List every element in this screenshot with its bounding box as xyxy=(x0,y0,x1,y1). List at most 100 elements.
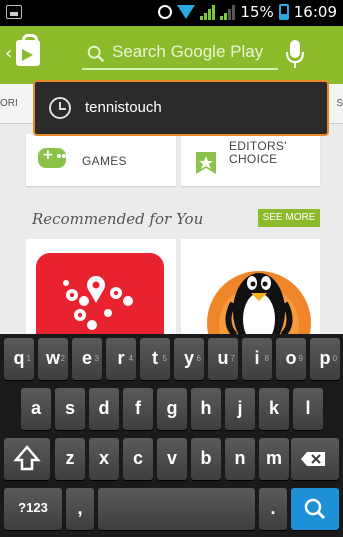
app-icon-red xyxy=(36,253,164,334)
search-key[interactable] xyxy=(291,488,339,530)
status-bar: 15% 16:09 xyxy=(0,0,343,26)
signal-icon xyxy=(200,4,216,20)
key-n[interactable]: n xyxy=(225,438,255,480)
backspace-icon xyxy=(301,452,325,466)
key-z[interactable]: z xyxy=(55,438,85,480)
keyboard-search-icon xyxy=(304,498,326,520)
backspace-key[interactable] xyxy=(291,438,339,480)
search-input[interactable]: Search Google Play xyxy=(112,42,263,62)
key-label: v xyxy=(166,448,177,468)
shift-key[interactable] xyxy=(4,438,50,480)
key-hint: 5 xyxy=(162,354,167,363)
key-a[interactable]: a xyxy=(21,388,51,430)
games-card[interactable]: GAMES xyxy=(26,134,176,186)
gamepad-icon xyxy=(38,147,66,168)
search-suggestion-item[interactable]: tennistouch xyxy=(33,80,329,136)
tab-fragment-left[interactable]: ORI xyxy=(0,98,18,109)
key-f[interactable]: f xyxy=(123,388,153,430)
wifi-icon xyxy=(177,5,196,19)
key-e[interactable]: 3e xyxy=(72,338,102,380)
key-label: n xyxy=(234,448,246,468)
screenshot-icon xyxy=(6,5,22,19)
key-label: l xyxy=(305,398,311,418)
suggestion-text: tennistouch xyxy=(85,99,162,116)
alarm-icon xyxy=(158,5,173,19)
search-box[interactable]: Search Google Play xyxy=(82,40,278,70)
key-w[interactable]: 2w xyxy=(38,338,68,380)
space-key[interactable] xyxy=(98,488,255,530)
key-label: f xyxy=(135,398,141,418)
recommended-title: Recommended for You xyxy=(32,210,204,228)
app-card-1[interactable] xyxy=(26,239,176,334)
key-p[interactable]: 0p xyxy=(310,338,340,380)
key-hint: 4 xyxy=(128,354,133,363)
key-label: k xyxy=(268,398,279,418)
key-label: a xyxy=(30,398,41,418)
key-label: s xyxy=(64,398,75,418)
key-m[interactable]: m xyxy=(259,438,289,480)
see-more-button[interactable]: SEE MORE xyxy=(258,209,320,227)
key-i[interactable]: 8i xyxy=(242,338,272,380)
shift-icon xyxy=(13,445,41,471)
key-hint: 0 xyxy=(332,354,337,363)
key-label: h xyxy=(200,398,212,418)
period-key[interactable]: . xyxy=(259,488,287,530)
editors-label-line2: CHOICE xyxy=(229,152,278,166)
key-j[interactable]: j xyxy=(225,388,255,430)
key-hint: 1 xyxy=(26,354,31,363)
key-q[interactable]: 1q xyxy=(4,338,34,380)
key-r[interactable]: 4r xyxy=(106,338,136,380)
key-o[interactable]: 9o xyxy=(276,338,306,380)
games-label: GAMES xyxy=(82,154,127,168)
key-label: m xyxy=(265,448,282,468)
comma-key-label: , xyxy=(77,498,83,518)
app-bar: ‹ Search Google Play xyxy=(0,26,343,84)
microphone-icon[interactable] xyxy=(283,38,307,70)
key-label: z xyxy=(65,448,75,468)
key-s[interactable]: s xyxy=(55,388,85,430)
back-chevron-icon[interactable]: ‹ xyxy=(5,43,12,64)
key-hint: 7 xyxy=(230,354,235,363)
key-hint: 6 xyxy=(196,354,201,363)
editors-choice-icon xyxy=(196,152,216,174)
key-label: g xyxy=(166,398,178,418)
key-b[interactable]: b xyxy=(191,438,221,480)
key-label: j xyxy=(237,398,243,418)
soft-keyboard: 1q2w3e4r5t6y7u8i9o0p a s d f g h j k l z x c v b nm ?… xyxy=(0,334,343,537)
key-v[interactable]: v xyxy=(157,438,187,480)
key-t[interactable]: 5t xyxy=(140,338,170,380)
app-red-graphic xyxy=(63,276,133,330)
main-content: GAMES EDITORS' CHOICE Recommended for Yo… xyxy=(0,124,343,334)
search-icon xyxy=(87,45,105,63)
key-l[interactable]: l xyxy=(293,388,323,430)
play-store-icon[interactable] xyxy=(16,34,40,66)
key-h[interactable]: h xyxy=(191,388,221,430)
battery-icon xyxy=(278,4,289,20)
key-d[interactable]: d xyxy=(89,388,119,430)
app-card-2[interactable] xyxy=(181,239,320,334)
key-hint: 2 xyxy=(60,354,65,363)
key-hint: 8 xyxy=(264,354,269,363)
key-label: b xyxy=(200,448,212,468)
comma-key[interactable]: , xyxy=(66,488,94,530)
clock-time: 16:09 xyxy=(293,3,337,21)
editors-choice-card[interactable]: EDITORS' CHOICE xyxy=(181,134,320,186)
penguin-graphic xyxy=(207,271,311,334)
key-u[interactable]: 7u xyxy=(208,338,238,380)
tab-fragment-right[interactable]: S xyxy=(336,98,343,109)
key-x[interactable]: x xyxy=(89,438,119,480)
signal-icon-2 xyxy=(220,4,236,20)
key-label: d xyxy=(98,398,110,418)
app-icon-penguin xyxy=(201,253,320,334)
period-key-label: . xyxy=(270,498,276,518)
key-hint: 9 xyxy=(298,354,303,363)
symbols-key[interactable]: ?123 xyxy=(4,488,62,530)
key-y[interactable]: 6y xyxy=(174,338,204,380)
key-c[interactable]: c xyxy=(123,438,153,480)
key-hint: 3 xyxy=(94,354,99,363)
key-label: c xyxy=(132,448,143,468)
battery-percent: 15% xyxy=(240,3,274,21)
key-label: x xyxy=(98,448,109,468)
key-k[interactable]: k xyxy=(259,388,289,430)
key-g[interactable]: g xyxy=(157,388,187,430)
